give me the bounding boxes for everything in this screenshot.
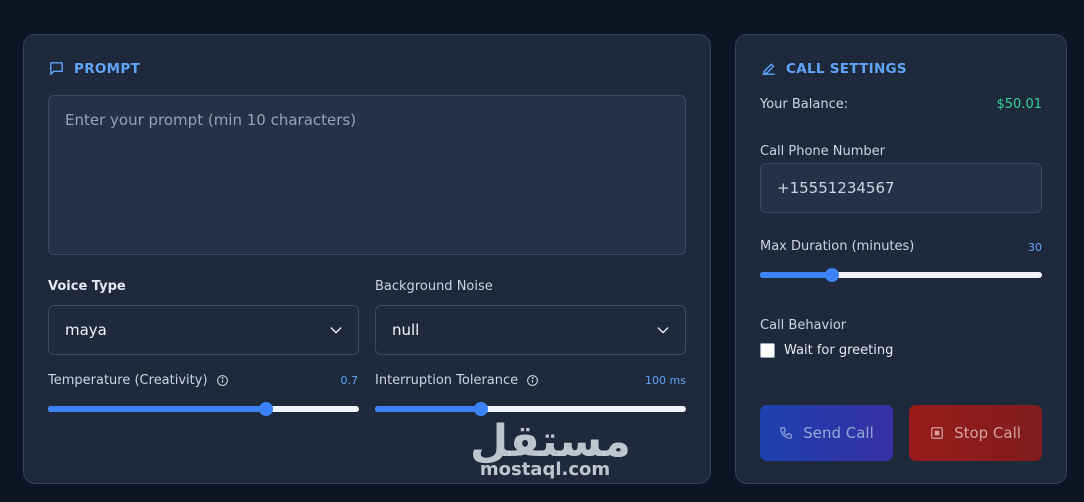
stop-square-icon [931, 427, 943, 439]
info-icon[interactable] [526, 374, 539, 387]
temperature-label: Temperature (Creativity) [48, 373, 229, 388]
background-noise-select[interactable]: null [375, 305, 686, 355]
call-settings-title: CALL SETTINGS [786, 60, 907, 77]
slider-thumb[interactable] [825, 268, 839, 282]
call-settings-header: CALL SETTINGS [760, 60, 907, 77]
slider-thumb[interactable] [259, 402, 273, 416]
max-duration-label: Max Duration (minutes) [760, 239, 915, 254]
watermark: مستقل mostaql.com [470, 418, 631, 480]
interruption-slider[interactable] [375, 402, 686, 416]
balance-row: Your Balance: $50.01 [760, 97, 1042, 112]
voice-type-label: Voice Type [48, 279, 126, 294]
prompt-textarea[interactable] [48, 95, 686, 255]
wait-greeting-label: Wait for greeting [784, 343, 894, 358]
chevron-down-icon [657, 327, 669, 334]
send-call-label: Send Call [803, 424, 874, 442]
call-settings-panel: CALL SETTINGS Your Balance: $50.01 Call … [735, 34, 1067, 484]
pencil-icon [762, 63, 775, 75]
phone-input[interactable] [760, 163, 1042, 213]
background-noise-value: null [392, 321, 420, 339]
temperature-slider[interactable] [48, 402, 359, 416]
temperature-label-text: Temperature (Creativity) [48, 373, 208, 388]
max-duration-value: 30 [1028, 241, 1042, 254]
stop-call-label: Stop Call [954, 424, 1021, 442]
prompt-title: PROMPT [74, 60, 141, 77]
watermark-latin: mostaql.com [479, 459, 611, 480]
max-duration-slider[interactable] [760, 268, 1042, 282]
stop-call-button[interactable]: Stop Call [909, 405, 1042, 461]
slider-fill [375, 406, 481, 412]
voice-type-select[interactable]: maya [48, 305, 359, 355]
slider-fill [48, 406, 266, 412]
slider-thumb[interactable] [474, 402, 488, 416]
wait-greeting-row[interactable]: Wait for greeting [760, 343, 893, 358]
voice-type-value: maya [65, 321, 107, 339]
call-behavior-label: Call Behavior [760, 318, 847, 333]
balance-label: Your Balance: [760, 97, 849, 112]
interruption-label-text: Interruption Tolerance [375, 373, 519, 388]
chevron-down-icon [330, 327, 342, 334]
prompt-header: PROMPT [48, 60, 140, 77]
temperature-value: 0.7 [340, 374, 359, 387]
interruption-label: Interruption Tolerance [375, 373, 539, 388]
phone-icon [780, 427, 793, 439]
interruption-value: 100 ms [645, 374, 686, 387]
phone-label: Call Phone Number [760, 144, 886, 159]
slider-fill [760, 272, 832, 278]
send-call-button[interactable]: Send Call [760, 405, 893, 461]
info-icon[interactable] [216, 374, 229, 387]
chat-bubble-icon [50, 62, 63, 75]
wait-greeting-checkbox[interactable] [760, 343, 775, 358]
balance-value: $50.01 [996, 97, 1043, 112]
background-noise-label: Background Noise [375, 279, 493, 294]
